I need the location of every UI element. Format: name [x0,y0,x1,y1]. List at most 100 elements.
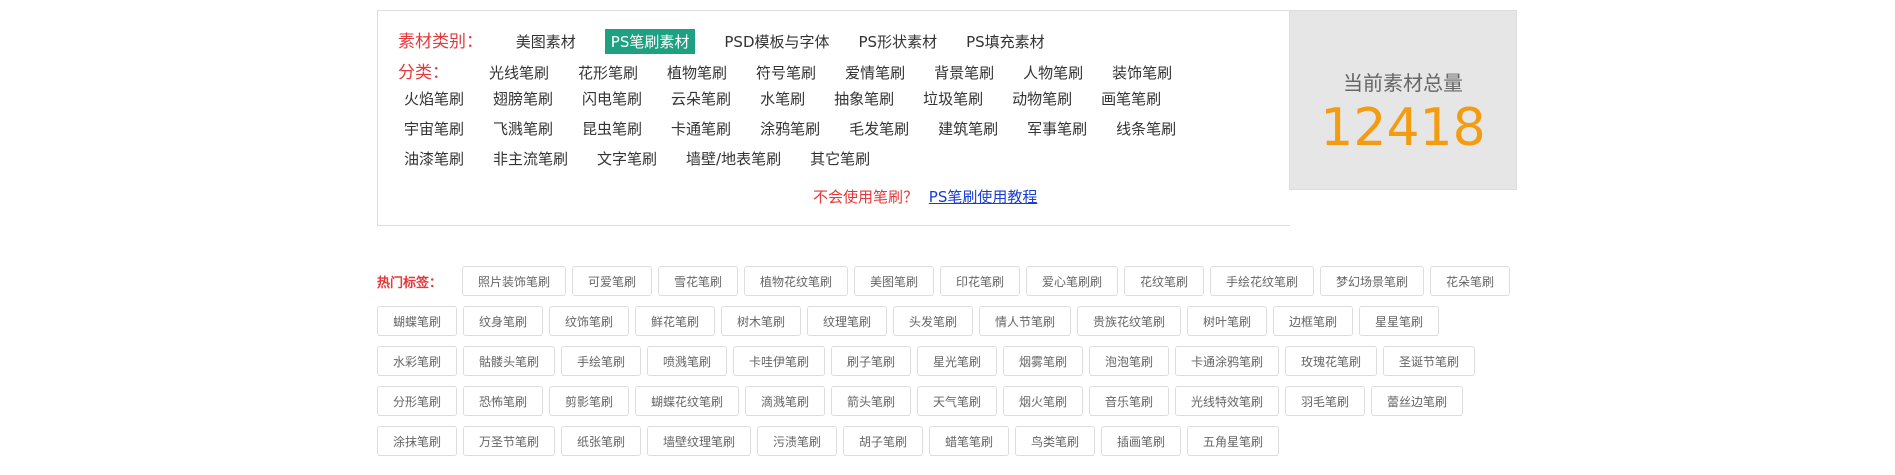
hot-tag[interactable]: 花纹笔刷 [1124,266,1204,296]
hot-tag[interactable]: 泡泡笔刷 [1089,346,1169,376]
hot-tag[interactable]: 可爱笔刷 [572,266,652,296]
subcategory-item[interactable]: 水笔刷 [760,88,805,109]
subcategory-item[interactable]: 其它笔刷 [810,148,870,169]
hot-tag[interactable]: 五角星笔刷 [1187,426,1279,456]
hot-tag[interactable]: 分形笔刷 [377,386,457,416]
subcategory-row: 火焰笔刷 翅膀笔刷 闪电笔刷 云朵笔刷 水笔刷 抽象笔刷 垃圾笔刷 动物笔刷 画笔笔刷 [404,88,1190,114]
hot-tag[interactable]: 印花笔刷 [940,266,1020,296]
hot-tag[interactable]: 胡子笔刷 [843,426,923,456]
subcategory-item[interactable]: 云朵笔刷 [671,88,731,109]
category-panel: 素材类别： 美图素材 PS笔刷素材 PSD模板与字体 PS形状素材 PS填充素材 分类：… [377,10,1290,226]
hot-tag[interactable]: 树木笔刷 [721,306,801,336]
hot-tag[interactable]: 圣诞节笔刷 [1383,346,1475,376]
hot-tag[interactable]: 剪影笔刷 [549,386,629,416]
category-item[interactable]: PS形状素材 [859,31,938,52]
total-count-value: 12418 [1320,98,1486,158]
hot-tag[interactable]: 树叶笔刷 [1187,306,1267,336]
hot-tag[interactable]: 刷子笔刷 [831,346,911,376]
hot-tag[interactable]: 滴溅笔刷 [745,386,825,416]
hot-tag[interactable]: 卡哇伊笔刷 [733,346,825,376]
hot-tags-label: 热门标签： [377,276,443,291]
hot-tag[interactable]: 音乐笔刷 [1089,386,1169,416]
total-count-label: 当前素材总量 [1343,71,1463,95]
hot-tag[interactable]: 梦幻场景笔刷 [1320,266,1424,296]
hot-tag[interactable]: 照片装饰笔刷 [462,266,566,296]
hot-tag[interactable]: 墙壁纹理笔刷 [647,426,751,456]
hot-tag[interactable]: 羽毛笔刷 [1285,386,1365,416]
hot-tag[interactable]: 污渍笔刷 [757,426,837,456]
category-item[interactable]: PS笔刷素材 [604,29,696,54]
hot-tag[interactable]: 喷溅笔刷 [647,346,727,376]
hot-tag[interactable]: 水彩笔刷 [377,346,457,376]
subcategory-item[interactable]: 线条笔刷 [1116,118,1176,139]
subcategory-item[interactable]: 植物笔刷 [667,62,727,83]
hot-tag[interactable]: 美图笔刷 [854,266,934,296]
hot-tag[interactable]: 骷髅头笔刷 [463,346,555,376]
hot-tag[interactable]: 天气笔刷 [917,386,997,416]
hot-tag[interactable]: 手绘笔刷 [561,346,641,376]
hot-tag[interactable]: 箭头笔刷 [831,386,911,416]
hot-tag[interactable]: 卡通涂鸦笔刷 [1175,346,1279,376]
subcategory-item[interactable]: 垃圾笔刷 [923,88,983,109]
hot-tag[interactable]: 贵族花纹笔刷 [1077,306,1181,336]
subcategory-item[interactable]: 动物笔刷 [1012,88,1072,109]
subcategory-item[interactable]: 非主流笔刷 [493,148,568,169]
hot-tag[interactable]: 玫瑰花笔刷 [1285,346,1377,376]
subcategory-item[interactable]: 光线笔刷 [489,62,549,83]
hot-tag[interactable]: 烟雾笔刷 [1003,346,1083,376]
hot-tag[interactable]: 纹饰笔刷 [549,306,629,336]
hot-tag[interactable]: 插画笔刷 [1101,426,1181,456]
subcategory-item[interactable]: 闪电笔刷 [582,88,642,109]
subcategory-item[interactable]: 墙壁/地表笔刷 [686,148,781,169]
hot-tag[interactable]: 蕾丝边笔刷 [1371,386,1463,416]
category-item[interactable]: 美图素材 [516,31,576,52]
hot-tag[interactable]: 头发笔刷 [893,306,973,336]
hot-tag[interactable]: 纹理笔刷 [807,306,887,336]
subcategory-item[interactable]: 飞溅笔刷 [493,118,553,139]
hot-tag[interactable]: 蝴蝶笔刷 [377,306,457,336]
subcategory-item[interactable]: 画笔笔刷 [1101,88,1161,109]
hot-tag[interactable]: 烟火笔刷 [1003,386,1083,416]
subcategory-item[interactable]: 文字笔刷 [597,148,657,169]
hot-tag[interactable]: 纹身笔刷 [463,306,543,336]
subcategory-item[interactable]: 抽象笔刷 [834,88,894,109]
hot-tag[interactable]: 雪花笔刷 [658,266,738,296]
subcategory-item[interactable]: 建筑笔刷 [938,118,998,139]
subcategory-item[interactable]: 装饰笔刷 [1112,62,1172,83]
hot-tag[interactable]: 花朵笔刷 [1430,266,1510,296]
category-item[interactable]: PSD模板与字体 [724,31,829,52]
category-item[interactable]: PS填充素材 [966,31,1045,52]
hot-tag[interactable]: 星光笔刷 [917,346,997,376]
subcategory-item[interactable]: 人物笔刷 [1023,62,1083,83]
hot-tag[interactable]: 植物花纹笔刷 [744,266,848,296]
subcategory-item[interactable]: 翅膀笔刷 [493,88,553,109]
subcategory-item[interactable]: 油漆笔刷 [404,148,464,169]
subcategory-item[interactable]: 卡通笔刷 [671,118,731,139]
hot-tag[interactable]: 蝴蝶花纹笔刷 [635,386,739,416]
hot-tag[interactable]: 涂抹笔刷 [377,426,457,456]
category-label: 素材类别： [398,32,483,52]
hot-tag[interactable]: 纸张笔刷 [561,426,641,456]
hot-tag[interactable]: 万圣节笔刷 [463,426,555,456]
subcategory-item[interactable]: 花形笔刷 [578,62,638,83]
hot-tag[interactable]: 鲜花笔刷 [635,306,715,336]
hot-tag[interactable]: 爱心笔刷刷 [1026,266,1118,296]
hot-tag[interactable]: 蜡笔笔刷 [929,426,1009,456]
hot-tag[interactable]: 星星笔刷 [1359,306,1439,336]
subcategory-item[interactable]: 背景笔刷 [934,62,994,83]
subcategory-item[interactable]: 毛发笔刷 [849,118,909,139]
subcategory-item[interactable]: 火焰笔刷 [404,88,464,109]
hot-tag[interactable]: 手绘花纹笔刷 [1210,266,1314,296]
hot-tag[interactable]: 鸟类笔刷 [1015,426,1095,456]
brush-tutorial-link[interactable]: PS笔刷使用教程 [929,188,1038,206]
subcategory-item[interactable]: 宇宙笔刷 [404,118,464,139]
hot-tag[interactable]: 光线特效笔刷 [1175,386,1279,416]
hot-tag[interactable]: 情人节笔刷 [979,306,1071,336]
subcategory-item[interactable]: 符号笔刷 [756,62,816,83]
hot-tag[interactable]: 边框笔刷 [1273,306,1353,336]
subcategory-item[interactable]: 昆虫笔刷 [582,118,642,139]
subcategory-item[interactable]: 军事笔刷 [1027,118,1087,139]
subcategory-item[interactable]: 爱情笔刷 [845,62,905,83]
hot-tag[interactable]: 恐怖笔刷 [463,386,543,416]
subcategory-item[interactable]: 涂鸦笔刷 [760,118,820,139]
